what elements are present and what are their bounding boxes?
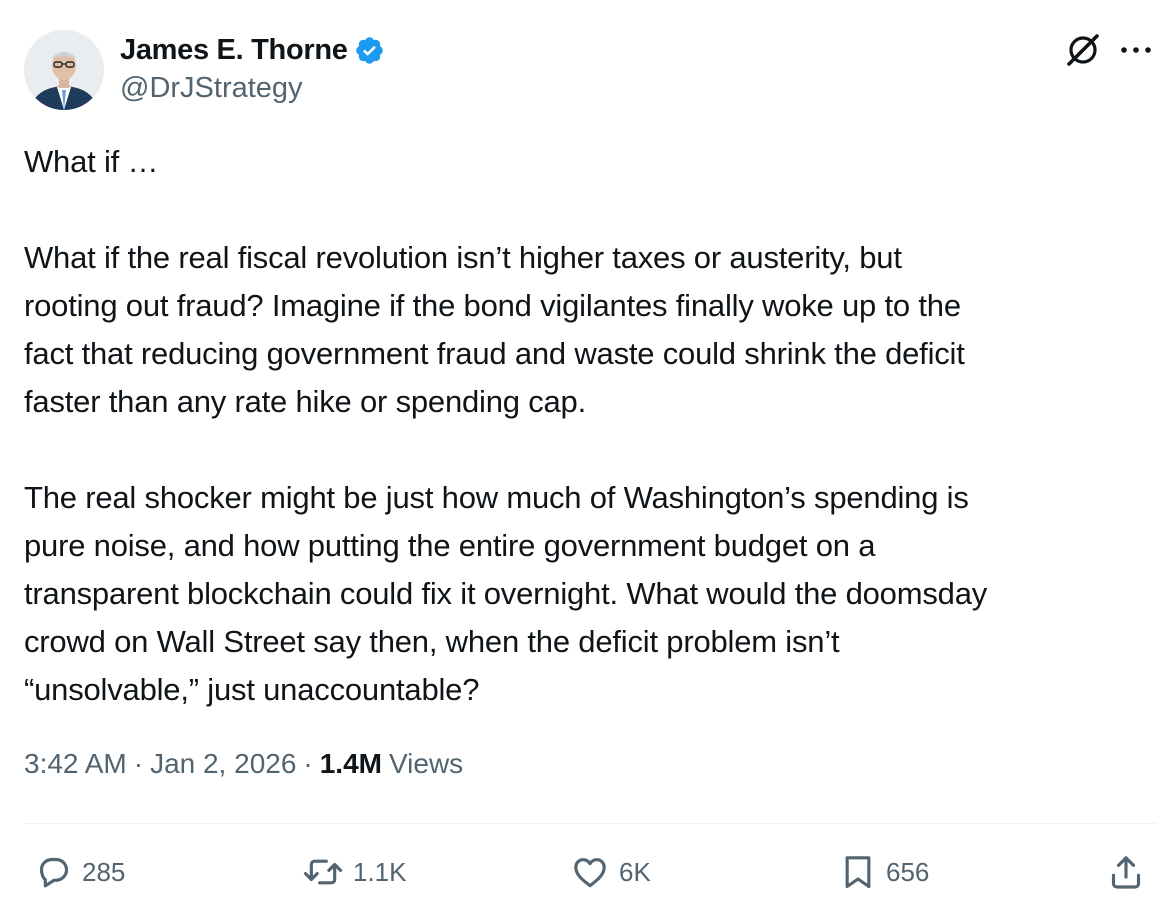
post-time[interactable]: 3:42 AM bbox=[24, 748, 127, 780]
post-meta: 3:42 AM · Jan 2, 2026 · 1.4M Views bbox=[24, 748, 463, 780]
like-count: 6K bbox=[619, 856, 651, 887]
post-line: crowd on Wall Street say then, when the … bbox=[24, 624, 840, 659]
meta-separator: · bbox=[303, 748, 313, 779]
post-line: What if … bbox=[24, 144, 159, 179]
divider bbox=[24, 823, 1156, 824]
reply-count: 285 bbox=[82, 856, 126, 887]
post-line: faster than any rate hike or spending ca… bbox=[24, 384, 587, 419]
more-icon[interactable] bbox=[1118, 40, 1154, 60]
post-line: What if the real fiscal revolution isn’t… bbox=[24, 240, 902, 275]
post-line: The real shocker might be just how much … bbox=[24, 480, 969, 515]
repost-icon bbox=[301, 852, 345, 892]
reply-icon bbox=[34, 852, 74, 892]
avatar-portrait bbox=[24, 30, 104, 110]
avatar[interactable] bbox=[24, 30, 104, 110]
repost-count: 1.1K bbox=[353, 856, 407, 887]
author-handle[interactable]: @DrJStrategy bbox=[120, 72, 303, 105]
like-button[interactable]: 6K bbox=[569, 850, 651, 894]
bookmark-count: 656 bbox=[886, 856, 930, 887]
post-line: “unsolvable,” just unaccountable? bbox=[24, 672, 480, 707]
post-line: pure noise, and how putting the entire g… bbox=[24, 528, 876, 563]
post-line: fact that reducing government fraud and … bbox=[24, 336, 965, 371]
grok-icon[interactable] bbox=[1063, 30, 1103, 70]
bookmark-button[interactable]: 656 bbox=[838, 850, 929, 894]
views-count[interactable]: 1.4M bbox=[320, 748, 382, 780]
meta-separator: · bbox=[133, 748, 144, 779]
share-button[interactable] bbox=[1106, 850, 1146, 894]
verified-badge-icon bbox=[354, 35, 385, 66]
author-display-name[interactable]: James E. Thorne bbox=[120, 34, 348, 67]
reply-button[interactable]: 285 bbox=[34, 850, 125, 894]
tweet: James E. Thorne @DrJStrategy What if … W… bbox=[0, 0, 1172, 902]
views-label[interactable]: Views bbox=[389, 748, 463, 780]
bookmark-icon bbox=[838, 852, 878, 892]
post-text: What if … What if the real fiscal revolu… bbox=[24, 138, 1154, 714]
share-icon bbox=[1106, 852, 1146, 892]
post-line: rooting out fraud? Imagine if the bond v… bbox=[24, 288, 961, 323]
repost-button[interactable]: 1.1K bbox=[301, 850, 407, 894]
post-date[interactable]: Jan 2, 2026 bbox=[150, 748, 296, 780]
post-line: transparent blockchain could fix it over… bbox=[24, 576, 988, 611]
author-name-row[interactable]: James E. Thorne bbox=[120, 32, 385, 68]
heart-icon bbox=[569, 852, 611, 892]
